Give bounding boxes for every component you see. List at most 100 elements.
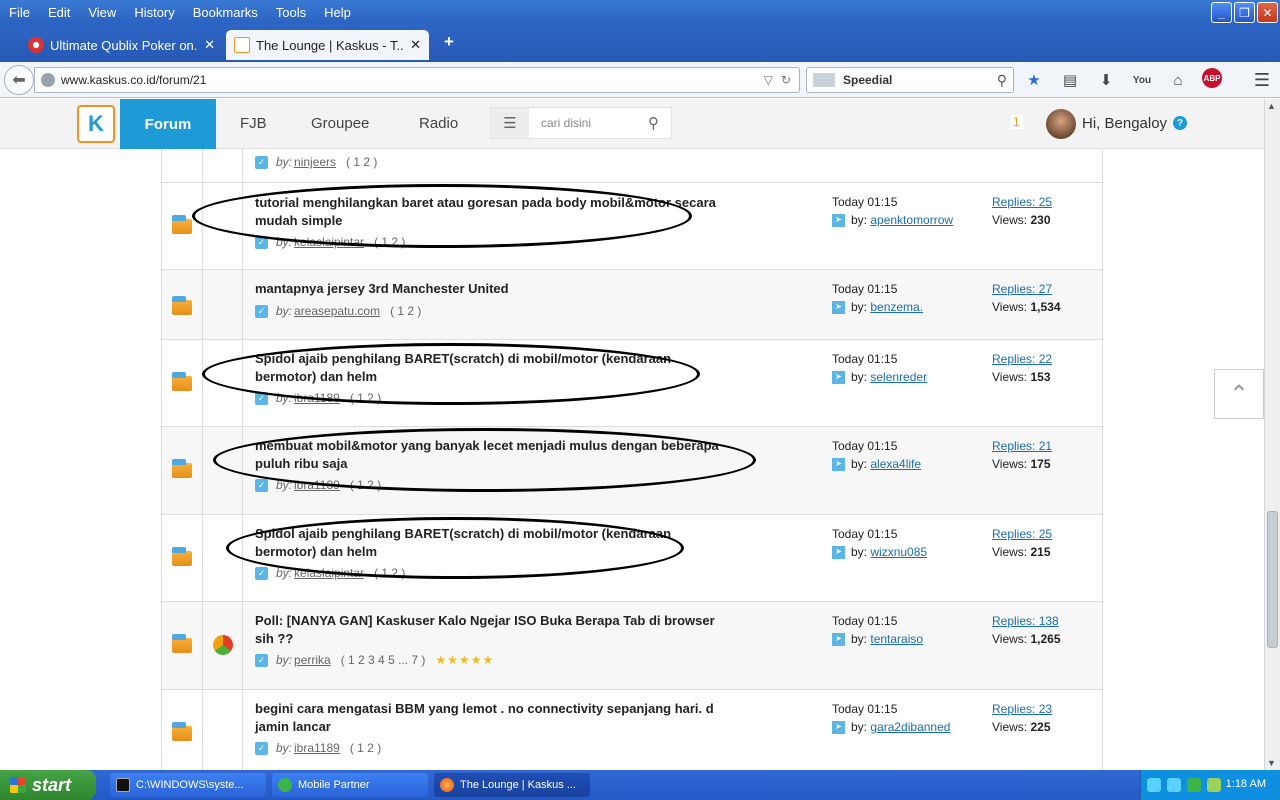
thread-author-link[interactable]: kelaslaipintar — [294, 566, 364, 580]
replies-link[interactable]: Replies: 25 — [992, 195, 1052, 209]
scroll-up-icon[interactable]: ▲ — [1267, 101, 1276, 111]
thread-pages[interactable]: ( 1 2 ) — [350, 741, 381, 755]
menu-bookmarks[interactable]: Bookmarks — [184, 5, 267, 20]
thread-title-link[interactable]: membuat mobil&motor yang banyak lecet me… — [255, 437, 725, 473]
minimize-button[interactable]: _ — [1211, 2, 1232, 23]
magnifier-icon[interactable]: ⚲ — [997, 72, 1007, 89]
thread-title-link[interactable]: Spidol ajaib penghilang BARET(scratch) d… — [255, 525, 725, 561]
replies-link[interactable]: Replies: 138 — [992, 614, 1059, 628]
nav-fjb[interactable]: FJB — [240, 115, 267, 132]
search-text[interactable]: Speedial — [843, 73, 997, 87]
adblock-icon[interactable]: ABP — [1202, 68, 1222, 88]
tab-close-icon[interactable]: ✕ — [204, 37, 215, 53]
thread-pages[interactable]: ( 1 2 ) — [374, 566, 405, 580]
page-scrollbar[interactable]: ▲ ▼ — [1264, 99, 1280, 770]
last-post-user-link[interactable]: tentaraiso — [870, 630, 923, 648]
nav-groupee[interactable]: Groupee — [311, 115, 369, 132]
menu-edit[interactable]: Edit — [39, 5, 79, 20]
bookmark-star-icon[interactable]: ★ — [1022, 68, 1046, 92]
thread-check-icon[interactable]: ✓ — [255, 155, 268, 169]
avatar[interactable] — [1046, 109, 1076, 139]
thread-title-link[interactable]: Spidol ajaib penghilang BARET(scratch) d… — [255, 350, 725, 386]
maximize-button[interactable]: ❐ — [1234, 2, 1255, 23]
scroll-thumb[interactable] — [1267, 511, 1278, 648]
new-tab-icon[interactable]: + — [444, 32, 454, 52]
thread-author-link[interactable]: ibra1189 — [294, 478, 340, 492]
scroll-to-top-button[interactable]: ⌃ — [1214, 369, 1264, 419]
go-to-last-post-icon[interactable]: ➤ — [832, 370, 845, 384]
thread-pages[interactable]: ( 1 2 ) — [390, 304, 421, 318]
thread-author-link[interactable]: ninjeers — [294, 155, 336, 169]
thread-check-icon[interactable]: ✓ — [255, 304, 268, 318]
thread-pages[interactable]: ( 1 2 3 4 5 ... 7 ) — [341, 653, 426, 667]
taskbar-item-firefox[interactable]: The Lounge | Kaskus ... — [434, 773, 590, 797]
search-icon[interactable]: ⚲ — [648, 114, 659, 132]
url-text[interactable]: www.kaskus.co.id/forum/21 — [61, 73, 764, 87]
tray-app-icon[interactable] — [1187, 778, 1201, 792]
go-to-last-post-icon[interactable]: ➤ — [832, 213, 845, 227]
thread-title-link[interactable]: mantapnya jersey 3rd Manchester United — [255, 280, 725, 298]
thread-check-icon[interactable]: ✓ — [255, 653, 268, 667]
thread-author-link[interactable]: perrika — [294, 653, 331, 667]
replies-link[interactable]: Replies: 27 — [992, 282, 1052, 296]
go-to-last-post-icon[interactable]: ➤ — [832, 632, 845, 646]
back-button[interactable]: ⬅ — [4, 65, 34, 95]
bookmarks-list-icon[interactable]: ▤ — [1058, 68, 1082, 92]
network-icon[interactable] — [1167, 778, 1181, 792]
site-search-input[interactable]: cari disini — [529, 116, 648, 130]
thread-pages[interactable]: ( 1 2 ) — [350, 478, 381, 492]
go-to-last-post-icon[interactable]: ➤ — [832, 300, 845, 314]
tray-signal-icon[interactable] — [1207, 778, 1221, 792]
thread-pages[interactable]: ( 1 2 ) — [350, 391, 381, 405]
notification-badge[interactable]: 1 — [1010, 115, 1023, 129]
last-post-user-link[interactable]: benzema. — [870, 298, 923, 316]
tab-qublix-poker[interactable]: Ultimate Qublix Poker on... ✕ — [20, 30, 223, 60]
thread-check-icon[interactable]: ✓ — [255, 741, 268, 755]
last-post-user-link[interactable]: apenktomorrow — [870, 211, 953, 229]
nav-forum[interactable]: Forum — [120, 99, 216, 149]
last-post-user-link[interactable]: gara2dibanned — [870, 718, 950, 736]
menu-history[interactable]: History — [125, 5, 183, 20]
thread-author-link[interactable]: ibra1189 — [294, 741, 340, 755]
home-icon[interactable]: ⌂ — [1166, 68, 1190, 92]
menu-tools[interactable]: Tools — [267, 5, 315, 20]
thread-pages[interactable]: ( 1 2 ) — [374, 235, 405, 249]
replies-link[interactable]: Replies: 25 — [992, 527, 1052, 541]
tab-the-lounge[interactable]: The Lounge | Kaskus - T... ✕ — [226, 30, 429, 60]
thread-title-link[interactable]: begini cara mengatasi BBM yang lemot . n… — [255, 700, 725, 736]
taskbar-item-cmd[interactable]: C:\WINDOWS\syste... — [110, 773, 266, 797]
user-greeting[interactable]: Hi, Bengaloy — [1082, 115, 1167, 132]
thread-author-link[interactable]: ibra1189 — [294, 391, 340, 405]
thread-author-link[interactable]: areasepatu.com — [294, 304, 380, 318]
thread-author-link[interactable]: kelaslaipintar — [294, 235, 364, 249]
go-to-last-post-icon[interactable]: ➤ — [832, 545, 845, 559]
menu-file[interactable]: File — [0, 5, 39, 20]
close-window-button[interactable]: ✕ — [1257, 2, 1278, 23]
thread-check-icon[interactable]: ✓ — [255, 235, 268, 249]
replies-link[interactable]: Replies: 21 — [992, 439, 1052, 453]
reload-icon[interactable]: ↻ — [781, 73, 791, 87]
kaskus-logo-icon[interactable]: K — [77, 105, 115, 143]
youtube-icon[interactable]: You — [1130, 68, 1154, 92]
last-post-user-link[interactable]: alexa4life — [870, 455, 921, 473]
thread-check-icon[interactable]: ✓ — [255, 391, 268, 405]
menu-view[interactable]: View — [79, 5, 125, 20]
dropdown-arrow-icon[interactable]: ▽ — [764, 73, 773, 87]
download-icon[interactable]: ⬇ — [1094, 68, 1118, 92]
url-bar[interactable]: www.kaskus.co.id/forum/21 ▽ ↻ — [34, 67, 800, 93]
thread-title-link[interactable]: Poll: [NANYA GAN] Kaskuser Kalo Ngejar I… — [255, 612, 725, 648]
replies-link[interactable]: Replies: 23 — [992, 702, 1052, 716]
last-post-user-link[interactable]: selenreder — [870, 368, 927, 386]
thread-check-icon[interactable]: ✓ — [255, 566, 268, 580]
nav-radio[interactable]: Radio — [419, 115, 458, 132]
hamburger-menu-icon[interactable]: ☰ — [1254, 70, 1270, 91]
scroll-down-icon[interactable]: ▼ — [1267, 758, 1276, 768]
search-bar[interactable]: Speedial ⚲ — [806, 67, 1014, 93]
go-to-last-post-icon[interactable]: ➤ — [832, 457, 845, 471]
menu-help[interactable]: Help — [315, 5, 360, 20]
tab-close-icon[interactable]: ✕ — [410, 37, 421, 53]
thread-pages[interactable]: ( 1 2 ) — [346, 155, 377, 169]
help-icon[interactable]: ? — [1173, 116, 1187, 130]
taskbar-item-mobile-partner[interactable]: Mobile Partner — [272, 773, 428, 797]
replies-link[interactable]: Replies: 22 — [992, 352, 1052, 366]
